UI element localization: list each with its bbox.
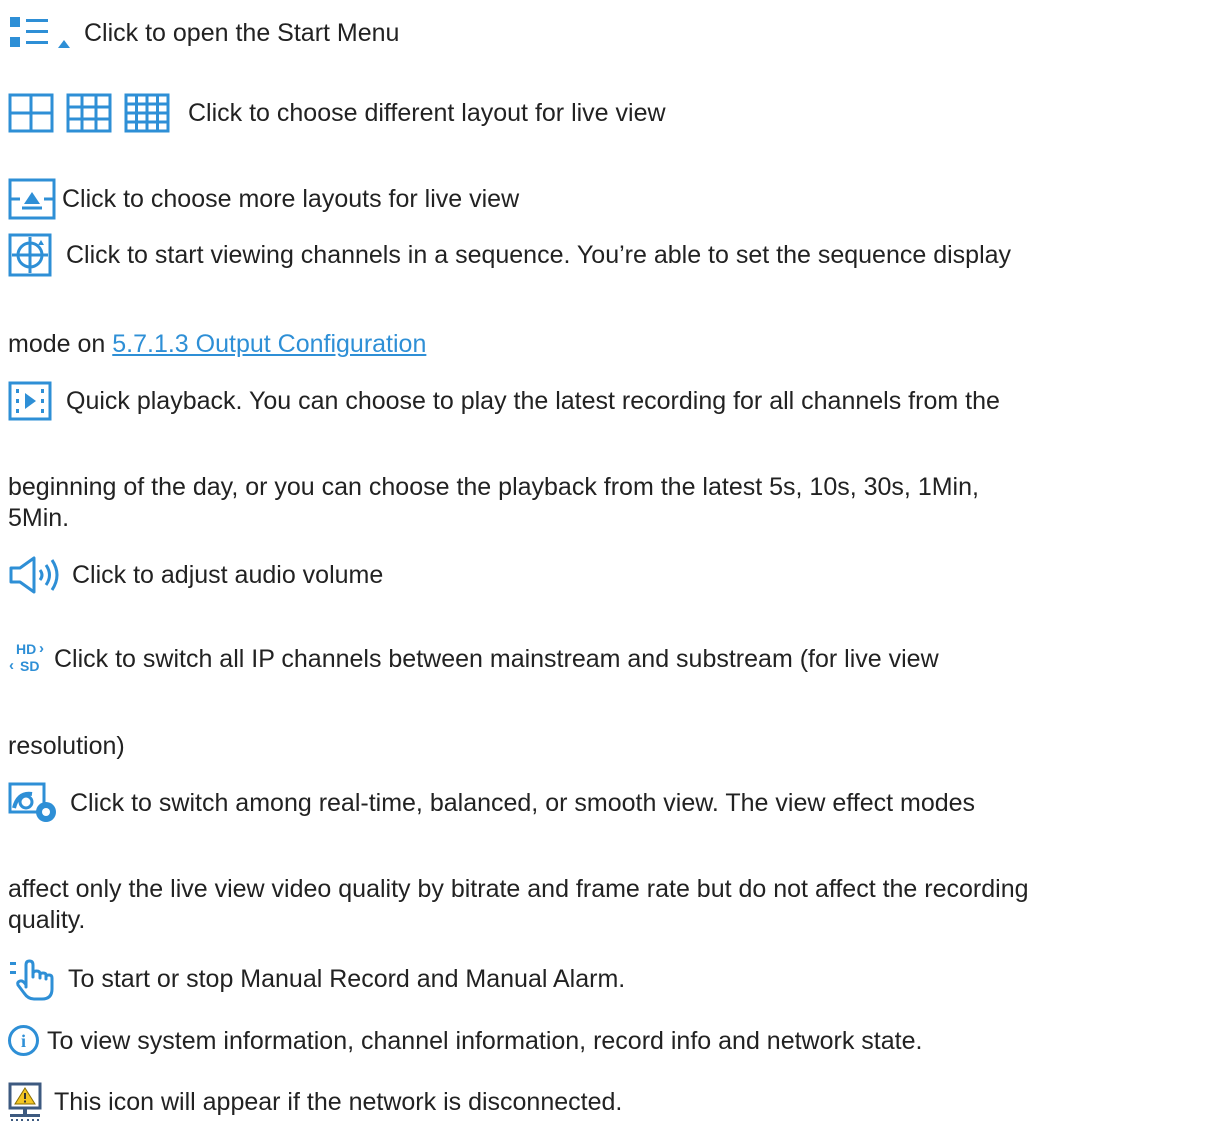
item-sequence: Click to start viewing channels in a seq… [8,233,1011,277]
item-text: Click to start viewing channels in a seq… [66,241,1012,269]
sequence-icon[interactable] [8,233,52,277]
item-text: This icon will appear if the network is … [54,1088,623,1116]
switch-arrow-left-icon: ‹ [9,657,14,674]
item-text: To start or stop Manual Record and Manua… [68,965,626,993]
item-text: Quick playback. You can choose to play t… [66,387,1000,415]
quick-playback-icon[interactable] [8,381,52,421]
item-quick-playback-continued: beginning of the day, or you can choose … [8,473,979,501]
volume-icon[interactable] [8,555,66,595]
hd-label: HD [16,641,37,657]
item-layouts: Click to choose different layout for liv… [8,93,666,133]
item-text: Click to switch among real-time, balance… [70,789,976,817]
manual-page: { "colors": { "icon_blue": "#2e8fd6", "t… [0,0,1210,1131]
item-text: Click to choose more layouts for live vi… [62,185,520,213]
item-text-continued: mode on [8,330,113,358]
item-view-effect-continued: affect only the live view video quality … [8,875,1029,903]
start-menu-icon[interactable] [8,15,78,51]
hd-sd-icon[interactable]: HD SD ‹ › [8,640,48,678]
item-view-effect-continued-2: quality. [8,906,86,934]
more-layouts-icon[interactable] [8,178,58,220]
item-view-effect: Click to switch among real-time, balance… [8,782,975,824]
sd-label: SD [20,658,40,674]
item-network-disconnected: This icon will appear if the network is … [8,1082,622,1122]
item-text: Click to open the Start Menu [84,19,400,47]
item-info: i To view system information, channel in… [8,1025,922,1056]
item-volume: Click to adjust audio volume [8,555,383,595]
info-icon-glyph: i [20,1030,26,1051]
item-text: Click to switch all IP channels between … [54,645,939,673]
manual-record-icon[interactable] [8,957,58,1001]
output-configuration-link[interactable]: 5.7.1.3 Output Configuration [112,330,426,358]
item-quick-playback-continued-2: 5Min. [8,504,70,532]
item-manual-record: To start or stop Manual Record and Manua… [8,957,625,1001]
layout-grid-icons[interactable] [8,93,174,133]
item-text: To view system information, channel info… [47,1026,923,1055]
item-start-menu: Click to open the Start Menu [8,15,399,51]
view-effect-icon[interactable] [8,782,58,824]
network-disconnected-icon [8,1082,44,1122]
item-more-layouts: Click to choose more layouts for live vi… [8,178,519,220]
item-text: Click to choose different layout for liv… [188,99,666,127]
switch-arrow-right-icon: › [39,640,44,657]
item-hd-sd-continued: resolution) [8,732,125,760]
item-sequence-continued: mode on 5.7.1.3 Output Configuration [8,329,426,359]
item-hd-sd: HD SD ‹ › Click to switch all IP channel… [8,640,939,678]
item-text: Click to adjust audio volume [72,561,384,589]
info-icon[interactable]: i [8,1025,39,1056]
item-quick-playback: Quick playback. You can choose to play t… [8,381,1000,421]
